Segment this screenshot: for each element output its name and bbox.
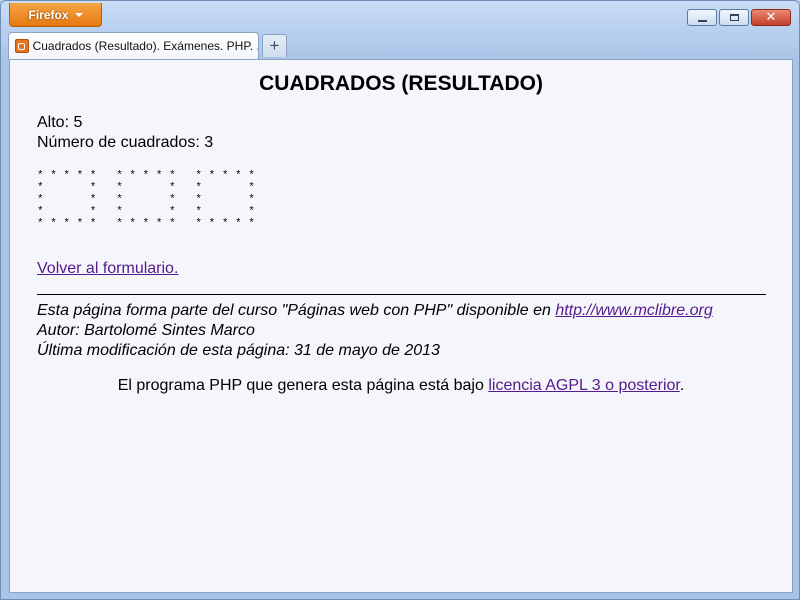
- window-controls: ✕: [687, 9, 791, 26]
- firefox-menu-button[interactable]: Firefox: [9, 3, 102, 27]
- back-to-form-link[interactable]: Volver al formulario.: [37, 260, 178, 278]
- license-text: El programa PHP que genera esta página e…: [117, 377, 489, 394]
- footer-author: Autor: Bartolomé Sintes Marco: [37, 322, 255, 339]
- footer-course-line: Esta página forma parte del curso "Págin…: [37, 301, 713, 321]
- footer: Esta página forma parte del curso "Págin…: [37, 301, 713, 361]
- minimize-button[interactable]: [687, 9, 717, 26]
- license-link[interactable]: licencia AGPL 3 o posterior: [488, 377, 680, 394]
- maximize-button[interactable]: [719, 9, 749, 26]
- tab-label: Cuadrados (Resultado). Exámenes. PHP. ..…: [32, 39, 258, 53]
- minimize-icon: [697, 19, 707, 22]
- divider: [37, 294, 766, 295]
- license-line: El programa PHP que genera esta página e…: [10, 377, 792, 395]
- tab-active[interactable]: Cuadrados (Resultado). Exámenes. PHP. ..…: [8, 32, 259, 59]
- mclibre-link[interactable]: http://www.mclibre.org: [555, 302, 712, 319]
- squares-art: * * * * * * * * * * * * * * * * * * * * …: [37, 170, 255, 230]
- xampp-icon: [15, 39, 29, 53]
- page-content: CUADRADOS (RESULTADO) Alto: 5 Número de …: [9, 59, 793, 593]
- new-tab-button[interactable]: +: [262, 34, 287, 57]
- chevron-down-icon: [74, 13, 83, 17]
- plus-icon: +: [269, 36, 280, 55]
- alto-line: Alto: 5: [37, 114, 83, 131]
- firefox-menu-label: Firefox: [28, 7, 69, 22]
- count-line: Número de cuadrados: 3: [37, 134, 214, 151]
- result-info: Alto: 5 Número de cuadrados: 3: [37, 113, 213, 153]
- close-icon: ✕: [765, 10, 777, 25]
- page-title: CUADRADOS (RESULTADO): [259, 72, 543, 95]
- maximize-icon: [729, 14, 739, 21]
- license-suffix: .: [679, 377, 685, 394]
- close-button[interactable]: ✕: [751, 9, 791, 26]
- footer-course-text: Esta página forma parte del curso "Págin…: [37, 302, 556, 319]
- footer-last-modified: Última modificación de esta página: 31 d…: [37, 342, 440, 359]
- browser-window: Firefox ✕ Cuadrados (Resultado). Exámene…: [0, 0, 800, 600]
